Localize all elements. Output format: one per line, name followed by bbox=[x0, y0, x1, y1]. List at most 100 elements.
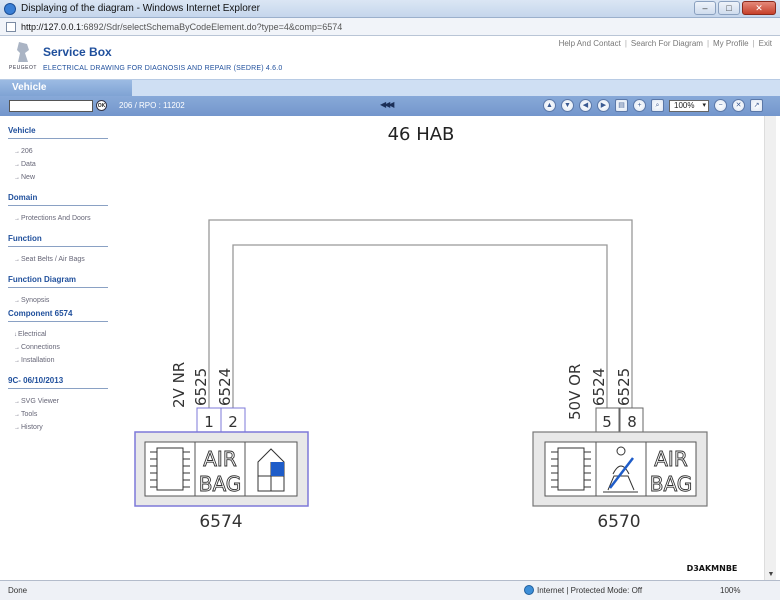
window-controls: – □ ✕ bbox=[694, 1, 776, 15]
status-zoom[interactable]: 100% bbox=[720, 586, 740, 595]
app-title: Service Box bbox=[43, 45, 112, 59]
wiring-diagram[interactable]: 46 HAB 2V NR 6525 6524 1 2 AIR BAG 6574 … bbox=[118, 118, 758, 580]
zone-text: Internet | Protected Mode: Off bbox=[537, 585, 643, 595]
right-connector[interactable]: 5 8 bbox=[595, 407, 644, 433]
sidebar-section-vehicle: Vehicle 206 Data New bbox=[8, 126, 108, 184]
sidebar-section-function: Function Seat Belts / Air Bags bbox=[8, 234, 108, 266]
vertical-scrollbar[interactable]: ▼ bbox=[764, 116, 776, 580]
wire-6524[interactable] bbox=[232, 244, 608, 408]
globe-icon bbox=[524, 585, 534, 595]
sidebar-item-svg-viewer[interactable]: SVG Viewer bbox=[8, 395, 108, 408]
wire-label: 6525 bbox=[615, 368, 633, 406]
wire-label: 6525 bbox=[192, 368, 210, 406]
help-link[interactable]: Help And Contact bbox=[559, 39, 621, 48]
chip-icon bbox=[156, 447, 184, 491]
exit-link[interactable]: Exit bbox=[759, 39, 772, 48]
sidebar-section-component: Component 6574 Electrical Connections In… bbox=[8, 309, 108, 367]
sidebar-item-new[interactable]: New bbox=[8, 171, 108, 184]
pan-right-icon[interactable]: ▶ bbox=[597, 99, 610, 112]
my-profile-link[interactable]: My Profile bbox=[713, 39, 749, 48]
sidebar-item-synopsis[interactable]: Synopsis bbox=[8, 294, 108, 307]
airbag-text: AIR bbox=[654, 447, 688, 471]
sidebar-item-protections[interactable]: Protections And Doors bbox=[8, 212, 108, 225]
airbag-text: BAG bbox=[650, 472, 693, 496]
toolbar: OK 206 / RPO : 11202 ◀◀◀ ▲ ▼ ◀ ▶ ▤ + ⌕ 1… bbox=[0, 96, 780, 116]
diagram-watermark: D3AKMNBE bbox=[687, 564, 738, 573]
pan-left-icon[interactable]: ◀ bbox=[579, 99, 592, 112]
sidebar-heading: Vehicle bbox=[8, 126, 108, 139]
diagram-title: 46 HAB bbox=[388, 124, 455, 145]
popout-icon[interactable]: ↗ bbox=[750, 99, 763, 112]
sidebar-heading: Component 6574 bbox=[8, 309, 108, 322]
brand-text: PEUGEOT bbox=[9, 65, 37, 71]
zoom-out-icon[interactable]: − bbox=[714, 99, 727, 112]
wire-label: 6524 bbox=[216, 368, 234, 406]
component-6570[interactable]: AIR BAG 6570 bbox=[532, 431, 708, 532]
header-links: Help And Contact | Search For Diagram | My… bbox=[558, 39, 772, 48]
sidebar-section-function-diagram: Function Diagram Synopsis bbox=[8, 275, 108, 307]
sidebar-item-connections[interactable]: Connections bbox=[8, 341, 108, 354]
security-zone[interactable]: Internet | Protected Mode: Off bbox=[524, 585, 642, 595]
zoom-select[interactable]: 100% bbox=[669, 99, 709, 112]
lion-icon bbox=[17, 42, 29, 62]
sidebar-item-seat-belts[interactable]: Seat Belts / Air Bags bbox=[8, 253, 108, 266]
airbag-text: BAG bbox=[199, 472, 242, 496]
ok-button[interactable]: OK bbox=[96, 100, 107, 111]
sidebar-item-history[interactable]: History bbox=[8, 421, 108, 434]
search-input[interactable] bbox=[9, 100, 93, 112]
toolbar-icons: ▲ ▼ ◀ ▶ ▤ + ⌕ 100% − ✕ ↗ bbox=[543, 99, 763, 112]
address-bar[interactable]: http://127.0.0.1:6892/Sdr/selectSchemaBy… bbox=[0, 18, 780, 36]
component-6574[interactable]: AIR BAG 6574 bbox=[134, 431, 309, 532]
back-arrows-icon[interactable]: ◀◀◀ bbox=[380, 100, 395, 109]
tab-vehicle[interactable]: Vehicle bbox=[0, 80, 132, 96]
sidebar-section-version: 9C- 06/10/2013 SVG Viewer Tools History bbox=[8, 376, 108, 434]
scroll-down-icon[interactable]: ▼ bbox=[765, 570, 777, 580]
sidebar-heading: Function Diagram bbox=[8, 275, 108, 288]
page-icon bbox=[6, 21, 16, 32]
component-id-label: 6570 bbox=[597, 512, 640, 532]
pin-number: 2 bbox=[228, 413, 238, 431]
zoom-in-icon[interactable]: + bbox=[633, 99, 646, 112]
airbag-text: AIR bbox=[203, 447, 237, 471]
print-icon[interactable]: ▤ bbox=[615, 99, 628, 112]
pin-number: 1 bbox=[204, 413, 214, 431]
url-path: :6892/Sdr/selectSchemaByCodeElement.do?t… bbox=[81, 21, 343, 32]
minimize-button[interactable]: – bbox=[694, 1, 716, 15]
maximize-button[interactable]: □ bbox=[718, 1, 740, 15]
window-title: Displaying of the diagram - Windows Inte… bbox=[21, 3, 260, 14]
ie-icon bbox=[4, 2, 16, 15]
left-wire-labels: 2V NR 6525 6524 bbox=[170, 362, 234, 408]
wire-label: 6524 bbox=[590, 368, 608, 406]
chip-icon bbox=[557, 447, 585, 491]
pan-up-icon[interactable]: ▲ bbox=[543, 99, 556, 112]
sidebar-item-tools[interactable]: Tools bbox=[8, 408, 108, 421]
sidebar-item-data[interactable]: Data bbox=[8, 158, 108, 171]
pin-number: 8 bbox=[627, 413, 637, 431]
component-id-label: 6574 bbox=[199, 512, 242, 532]
connector-label-left: 2V NR bbox=[170, 362, 188, 408]
breadcrumb: 206 / RPO : 11202 bbox=[119, 101, 185, 110]
window-title-bar: Displaying of the diagram - Windows Inte… bbox=[0, 0, 780, 18]
sidebar-heading: 9C- 06/10/2013 bbox=[8, 376, 108, 389]
url-host: http://127.0.0.1 bbox=[21, 21, 82, 32]
zoom-tool-icon[interactable]: ⌕ bbox=[651, 99, 664, 112]
search-diagram-link[interactable]: Search For Diagram bbox=[631, 39, 703, 48]
sidebar-heading: Function bbox=[8, 234, 108, 247]
pan-down-icon[interactable]: ▼ bbox=[561, 99, 574, 112]
seatbelt-cell bbox=[595, 441, 647, 497]
reset-icon[interactable]: ✕ bbox=[732, 99, 745, 112]
sidebar-item-installation[interactable]: Installation bbox=[8, 354, 108, 367]
status-text: Done bbox=[8, 586, 28, 595]
sidebar-item-206[interactable]: 206 bbox=[8, 145, 108, 158]
sidebar-section-domain: Domain Protections And Doors bbox=[8, 193, 108, 225]
app-header: PEUGEOT Service Box ELECTRICAL DRAWING F… bbox=[0, 36, 780, 80]
app-subtitle: ELECTRICAL DRAWING FOR DIAGNOSIS AND REP… bbox=[43, 65, 283, 72]
sidebar-item-electrical[interactable]: Electrical bbox=[8, 328, 108, 341]
peugeot-logo: PEUGEOT bbox=[8, 42, 38, 76]
sidebar-heading: Domain bbox=[8, 193, 108, 206]
close-window-button[interactable]: ✕ bbox=[742, 1, 776, 15]
pin-number: 5 bbox=[602, 413, 612, 431]
url-text[interactable]: http://127.0.0.1:6892/Sdr/selectSchemaBy… bbox=[21, 22, 342, 32]
sidebar: Vehicle 206 Data New Domain Protections … bbox=[8, 126, 108, 434]
left-connector[interactable]: 1 2 bbox=[196, 407, 246, 433]
